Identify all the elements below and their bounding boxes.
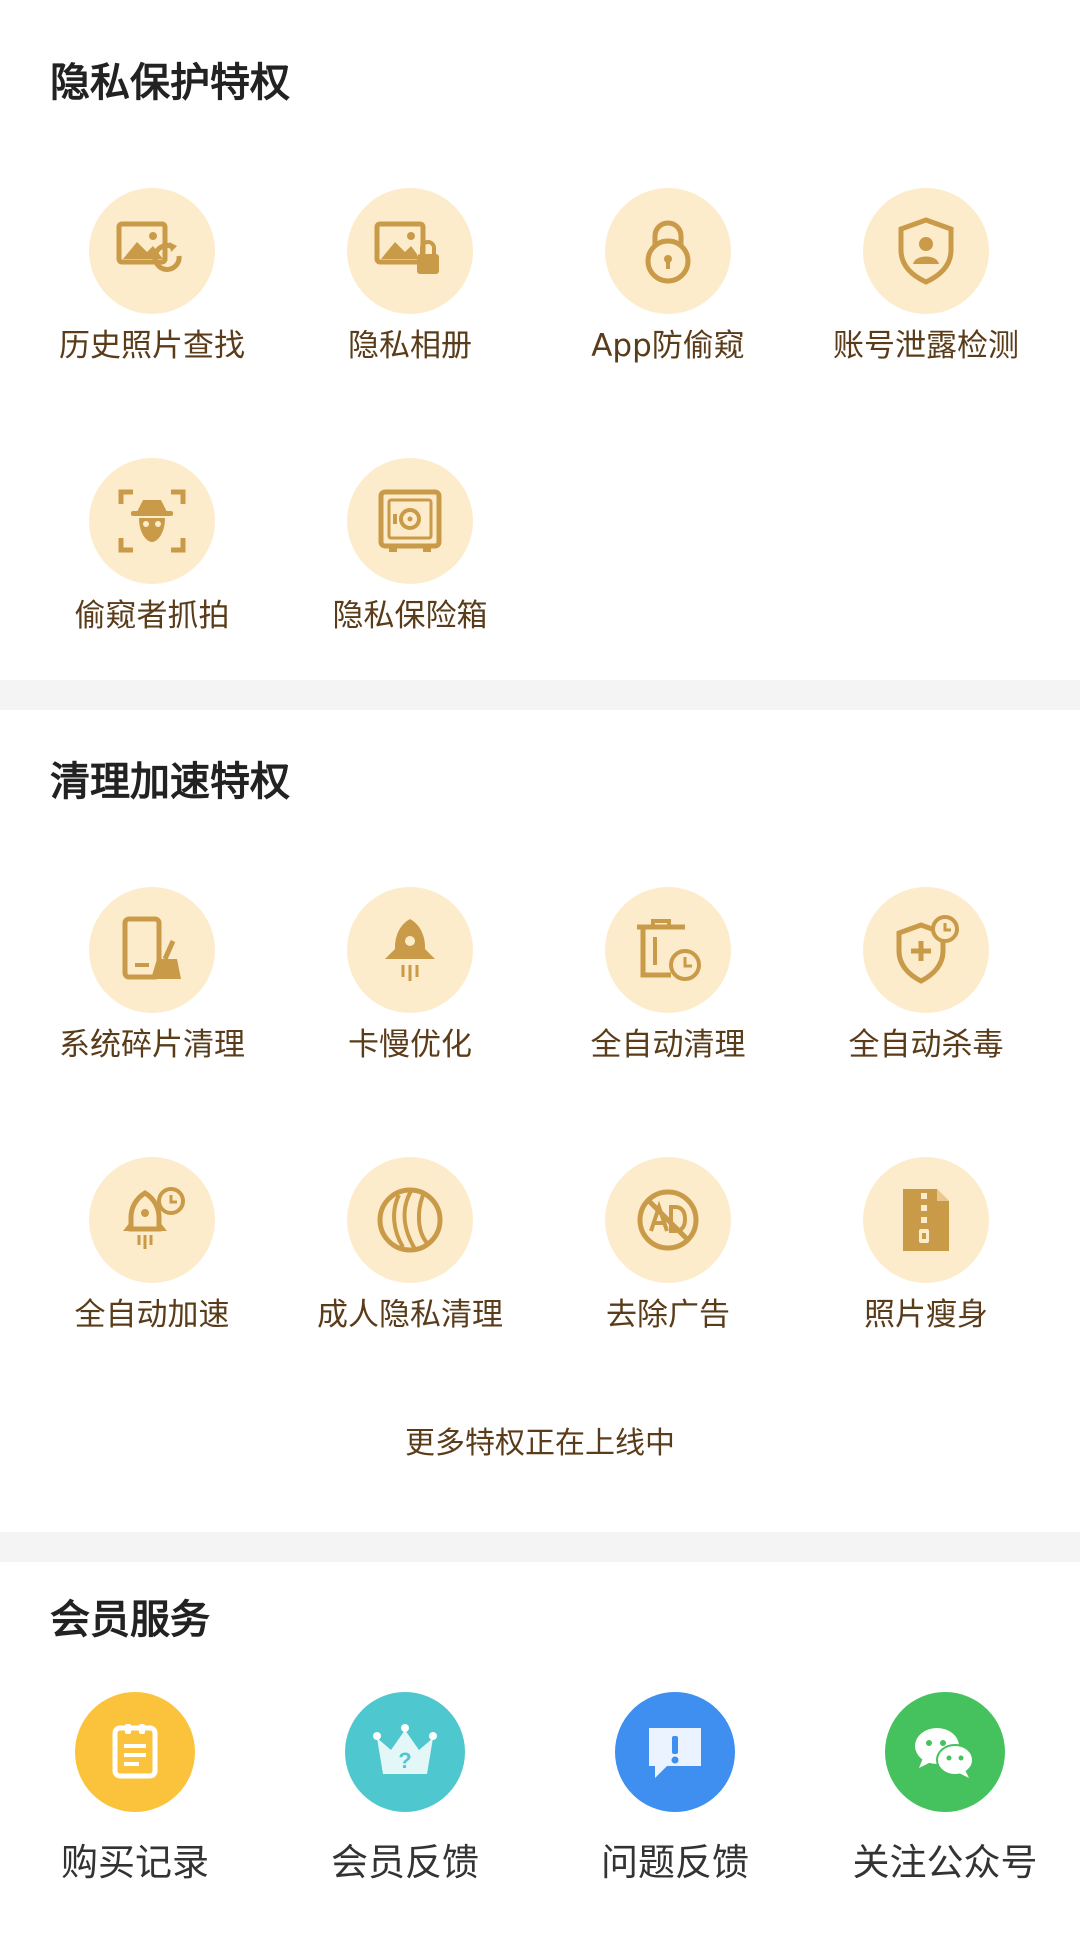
exclamation-chat-icon [649, 1728, 701, 1778]
photo-history-icon-bg [89, 188, 215, 314]
cleanup-grid: 系统碎片清理 卡慢优化 全自动清理 全自动杀毒 全自动加速 成人隐私清理 去除广… [0, 887, 1080, 1337]
phone-broom-icon-bg [89, 887, 215, 1013]
exclamation-chat-icon-bg [615, 1692, 735, 1812]
member-grid: 购买记录 ? 会员反馈 问题反馈 关注公众号 [0, 1692, 1080, 1888]
phone-broom-icon [122, 916, 181, 980]
wechat-icon-bg [885, 1692, 1005, 1812]
privacy-section-title: 隐私保护特权 [50, 60, 290, 106]
shield-plus-clock-icon [896, 915, 959, 984]
trash-clock-icon [637, 919, 701, 981]
cleanup-item-label: 卡慢优化 [348, 1027, 472, 1063]
member-item-member-feedback[interactable]: ? 会员反馈 [270, 1692, 540, 1888]
cleanup-section: 清理加速特权 系统碎片清理 卡慢优化 全自动清理 全自动杀毒 全自动加速 成人隐… [0, 710, 1080, 1532]
crown-question-icon-bg: ? [345, 1692, 465, 1812]
privacy-item-account-leak[interactable]: 账号泄露检测 [797, 188, 1055, 368]
private-album-icon-bg [347, 188, 473, 314]
cleanup-item-label: 照片瘦身 [864, 1297, 988, 1333]
rocket-icon [385, 919, 435, 981]
account-shield-icon [898, 217, 954, 285]
cleanup-item-auto-antivirus[interactable]: 全自动杀毒 [797, 887, 1055, 1067]
cleanup-item-label: 成人隐私清理 [317, 1297, 503, 1333]
svg-text:?: ? [398, 1748, 411, 1773]
crown-question-icon: ? [373, 1724, 437, 1774]
wechat-icon [915, 1728, 974, 1778]
member-section-title: 会员服务 [50, 1597, 210, 1643]
adult-privacy-icon-bg [347, 1157, 473, 1283]
no-ad-icon-bg [605, 1157, 731, 1283]
privacy-item-label: 历史照片查找 [59, 328, 245, 364]
cleanup-item-adult-privacy[interactable]: 成人隐私清理 [281, 1157, 539, 1337]
zip-file-icon-bg [863, 1157, 989, 1283]
privacy-item-label: 隐私相册 [348, 328, 472, 364]
member-item-label: 关注公众号 [852, 1841, 1038, 1884]
privacy-item-app-peek-guard[interactable]: App防偷窥 [539, 188, 797, 368]
purchase-notepad-icon [112, 1724, 158, 1779]
member-item-label: 会员反馈 [331, 1841, 479, 1884]
account-shield-icon-bg [863, 188, 989, 314]
privacy-grid: 历史照片查找 隐私相册 App防偷窥 账号泄露检测 偷窥者抓拍 隐私保险箱 [0, 188, 1080, 638]
privacy-item-private-album[interactable]: 隐私相册 [281, 188, 539, 368]
cleanup-item-label: 全自动加速 [74, 1297, 230, 1333]
section-divider [0, 1532, 1080, 1562]
member-item-issue-feedback[interactable]: 问题反馈 [540, 1692, 810, 1888]
shield-plus-clock-icon-bg [863, 887, 989, 1013]
adult-privacy-icon [377, 1187, 443, 1253]
member-section: 会员服务 购买记录 ? 会员反馈 问题反馈 关注公众号 [0, 1562, 1080, 1960]
private-album-icon [374, 221, 439, 274]
safe-box-icon [378, 489, 442, 552]
zip-file-icon [903, 1189, 949, 1251]
cleanup-item-label: 全自动清理 [590, 1027, 746, 1063]
privacy-item-photo-history[interactable]: 历史照片查找 [23, 188, 281, 368]
more-privileges-note: 更多特权正在上线中 [405, 1426, 675, 1461]
cleanup-item-label: 去除广告 [606, 1297, 730, 1333]
spy-capture-icon-bg [89, 458, 215, 584]
photo-history-icon [116, 221, 182, 272]
rocket-icon-bg [347, 887, 473, 1013]
privacy-item-label: 隐私保险箱 [332, 598, 488, 634]
rocket-clock-icon [123, 1187, 185, 1249]
member-item-label: 购买记录 [61, 1841, 209, 1884]
spy-capture-icon [118, 489, 186, 553]
cleanup-item-system-fragments[interactable]: 系统碎片清理 [23, 887, 281, 1067]
padlock-icon-bg [605, 188, 731, 314]
member-item-label: 问题反馈 [601, 1841, 749, 1884]
privacy-item-label: App防偷窥 [591, 328, 745, 364]
no-ad-icon [637, 1189, 699, 1251]
padlock-icon [645, 220, 691, 284]
cleanup-item-photo-slim[interactable]: 照片瘦身 [797, 1157, 1055, 1337]
privacy-section: 隐私保护特权 历史照片查找 隐私相册 App防偷窥 账号泄露检测 偷窥者抓拍 隐… [0, 0, 1080, 680]
cleanup-section-title: 清理加速特权 [50, 759, 290, 805]
section-divider [0, 680, 1080, 710]
member-item-purchase-history[interactable]: 购买记录 [0, 1692, 270, 1888]
cleanup-item-remove-ads[interactable]: 去除广告 [539, 1157, 797, 1337]
member-item-follow-official-account[interactable]: 关注公众号 [810, 1692, 1080, 1888]
cleanup-item-auto-clean[interactable]: 全自动清理 [539, 887, 797, 1067]
privacy-item-safe-box[interactable]: 隐私保险箱 [281, 458, 539, 638]
trash-clock-icon-bg [605, 887, 731, 1013]
privacy-item-label: 偷窥者抓拍 [74, 598, 230, 634]
safe-box-icon-bg [347, 458, 473, 584]
privacy-item-label: 账号泄露检测 [833, 328, 1019, 364]
privacy-item-spy-capture[interactable]: 偷窥者抓拍 [23, 458, 281, 638]
cleanup-item-auto-accelerate[interactable]: 全自动加速 [23, 1157, 281, 1337]
cleanup-item-label: 全自动杀毒 [848, 1027, 1004, 1063]
purchase-notepad-icon-bg [75, 1692, 195, 1812]
cleanup-item-lag-optimize[interactable]: 卡慢优化 [281, 887, 539, 1067]
rocket-clock-icon-bg [89, 1157, 215, 1283]
cleanup-item-label: 系统碎片清理 [59, 1027, 245, 1063]
